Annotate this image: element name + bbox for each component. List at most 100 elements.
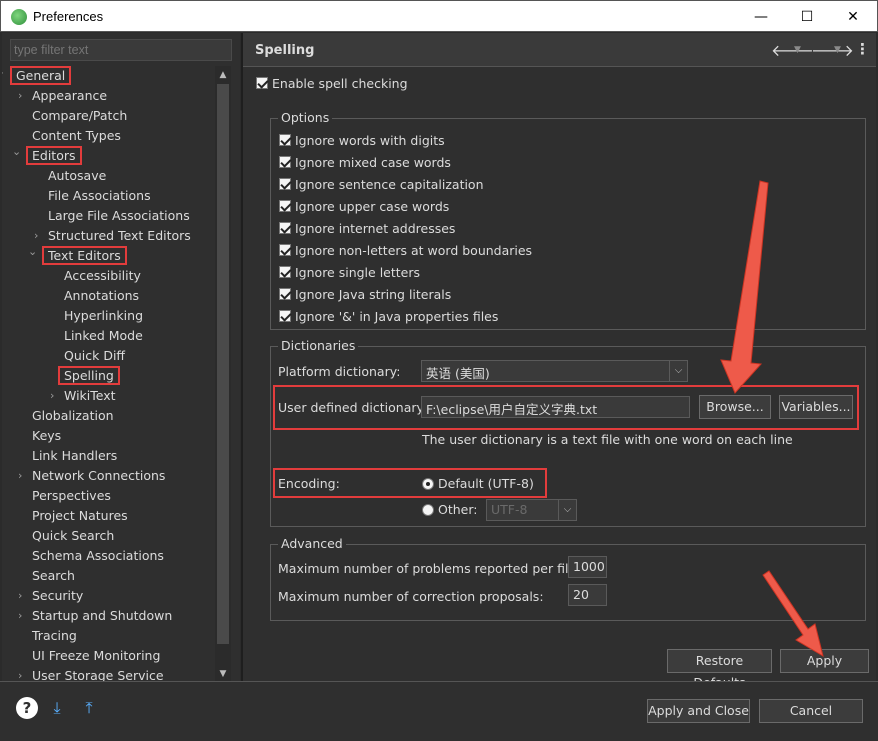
help-icon[interactable]: ? xyxy=(16,697,38,719)
tree-item-annotations[interactable]: Annotations xyxy=(64,286,139,306)
window-titlebar: Preferences — ☐ ✕ xyxy=(0,0,878,32)
chevron-down-icon[interactable]: ⌄ xyxy=(2,66,8,82)
tree-item-search[interactable]: Search xyxy=(32,566,75,586)
chevron-right-icon[interactable]: › xyxy=(18,666,30,681)
export-icon[interactable]: ⤒ xyxy=(78,697,100,719)
tree-item-quick-diff[interactable]: Quick Diff xyxy=(64,346,125,366)
tree-item-label: Quick Diff xyxy=(64,348,126,363)
checkbox-icon xyxy=(279,156,291,168)
option-checkbox[interactable]: Ignore mixed case words xyxy=(279,153,451,171)
annotation-arrow-apply xyxy=(762,570,824,658)
preferences-tree: ⌄General›AppearanceCompare/PatchContent … xyxy=(2,66,216,681)
apply-and-close-button[interactable]: Apply and Close xyxy=(647,699,750,723)
bottom-bar: ? ⤓ ⤒ Apply and Close Cancel xyxy=(0,681,878,741)
tree-item-label: Structured Text Editors xyxy=(48,228,191,243)
tree-item-label: User Storage Service xyxy=(32,668,164,681)
tree-item-accessibility[interactable]: Accessibility xyxy=(64,266,141,286)
tree-item-appearance[interactable]: › Appearance xyxy=(18,86,107,106)
filter-input[interactable] xyxy=(10,39,232,61)
scroll-thumb[interactable] xyxy=(217,84,229,644)
chevron-down-icon[interactable]: ⌄ xyxy=(12,142,24,162)
option-checkbox[interactable]: Ignore internet addresses xyxy=(279,219,455,237)
option-checkbox[interactable]: Ignore upper case words xyxy=(279,197,449,215)
scroll-down-icon[interactable]: ▼ xyxy=(215,667,231,681)
maximize-button[interactable]: ☐ xyxy=(785,1,829,32)
tree-item-ui-freeze-monitoring[interactable]: UI Freeze Monitoring xyxy=(32,646,160,666)
tree-item-label: Link Handlers xyxy=(32,448,118,463)
tree-item-network-connections[interactable]: › Network Connections xyxy=(18,466,166,486)
option-checkbox[interactable]: Ignore single letters xyxy=(279,263,420,281)
tree-item-content-types[interactable]: Content Types xyxy=(32,126,121,146)
tree-item-label: Quick Search xyxy=(32,528,115,543)
tree-item-label: Accessibility xyxy=(64,268,141,283)
checkbox-icon xyxy=(279,288,291,300)
option-label: Ignore Java string literals xyxy=(295,286,452,302)
tree-item-text-editors[interactable]: ⌄ Text Editors xyxy=(28,245,127,266)
option-checkbox[interactable]: Ignore words with digits xyxy=(279,131,445,149)
checkbox-icon xyxy=(279,310,291,322)
tree-item-schema-associations[interactable]: Schema Associations xyxy=(32,546,164,566)
checkbox-icon xyxy=(279,222,291,234)
tree-item-label: Keys xyxy=(32,428,62,443)
tree-item-globalization[interactable]: Globalization xyxy=(32,406,114,426)
tree-item-label: Linked Mode xyxy=(64,328,143,343)
chevron-right-icon[interactable]: › xyxy=(18,86,30,106)
tree-item-label: Tracing xyxy=(32,628,77,643)
cancel-button[interactable]: Cancel xyxy=(759,699,863,723)
tree-item-large-file-associations[interactable]: Large File Associations xyxy=(48,206,190,226)
import-icon[interactable]: ⤓ xyxy=(46,697,68,719)
tree-item-label: Network Connections xyxy=(32,468,166,483)
tree-item-link-handlers[interactable]: Link Handlers xyxy=(32,446,117,466)
tree-item-general[interactable]: ⌄General xyxy=(2,66,72,86)
tree-item-structured-text-editors[interactable]: › Structured Text Editors xyxy=(34,226,191,246)
scroll-up-icon[interactable]: ▲ xyxy=(215,68,231,82)
tree-item-wikitext[interactable]: › WikiText xyxy=(50,386,116,406)
option-checkbox[interactable]: Ignore sentence capitalization xyxy=(279,175,484,193)
tree-scrollbar[interactable]: ▲ ▼ xyxy=(215,66,231,681)
window-title: Preferences xyxy=(33,9,104,24)
tree-item-keys[interactable]: Keys xyxy=(32,426,61,446)
chevron-right-icon[interactable]: › xyxy=(18,586,30,606)
tree-item-label: Spelling xyxy=(58,366,120,385)
app-icon xyxy=(11,9,27,25)
minimize-button[interactable]: — xyxy=(739,1,783,32)
tree-item-file-associations[interactable]: File Associations xyxy=(48,186,151,206)
tree-item-label: Startup and Shutdown xyxy=(32,608,173,623)
tree-item-linked-mode[interactable]: Linked Mode xyxy=(64,326,143,346)
tree-item-editors[interactable]: ⌄ Editors xyxy=(12,145,82,166)
tree-item-label: Hyperlinking xyxy=(64,308,143,323)
option-checkbox[interactable]: Ignore non-letters at word boundaries xyxy=(279,241,532,259)
chevron-down-icon[interactable]: ⌄ xyxy=(28,242,40,262)
tree-item-label: Globalization xyxy=(32,408,114,423)
checkbox-icon xyxy=(279,244,291,256)
chevron-right-icon[interactable]: › xyxy=(18,466,30,486)
checkbox-icon xyxy=(279,134,291,146)
checkbox-icon xyxy=(279,178,291,190)
option-label: Ignore single letters xyxy=(295,264,421,280)
close-button[interactable]: ✕ xyxy=(831,1,875,32)
chevron-right-icon[interactable]: › xyxy=(18,606,30,626)
tree-item-label: Compare/Patch xyxy=(32,108,128,123)
tree-item-project-natures[interactable]: Project Natures xyxy=(32,506,128,526)
tree-item-label: Search xyxy=(32,568,75,583)
tree-item-user-storage-service[interactable]: › User Storage Service xyxy=(18,666,164,681)
tree-item-autosave[interactable]: Autosave xyxy=(48,166,106,186)
tree-item-spelling[interactable]: Spelling xyxy=(58,366,120,386)
option-label: Ignore mixed case words xyxy=(295,154,451,170)
option-checkbox[interactable]: Ignore Java string literals xyxy=(279,285,451,303)
tree-item-label: Project Natures xyxy=(32,508,128,523)
tree-item-security[interactable]: › Security xyxy=(18,586,83,606)
tree-item-quick-search[interactable]: Quick Search xyxy=(32,526,114,546)
option-label: Ignore upper case words xyxy=(295,198,450,214)
chevron-right-icon[interactable]: › xyxy=(50,386,62,406)
tree-item-label: WikiText xyxy=(64,388,116,403)
option-checkbox[interactable]: Ignore '&' in Java properties files xyxy=(279,307,498,325)
tree-item-perspectives[interactable]: Perspectives xyxy=(32,486,111,506)
tree-item-compare-patch[interactable]: Compare/Patch xyxy=(32,106,127,126)
tree-item-tracing[interactable]: Tracing xyxy=(32,626,77,646)
tree-item-label: General xyxy=(10,66,72,85)
tree-item-startup-and-shutdown[interactable]: › Startup and Shutdown xyxy=(18,606,173,626)
left-panel: ⌄General›AppearanceCompare/PatchContent … xyxy=(2,33,240,681)
checkbox-icon xyxy=(279,266,291,278)
tree-item-hyperlinking[interactable]: Hyperlinking xyxy=(64,306,143,326)
